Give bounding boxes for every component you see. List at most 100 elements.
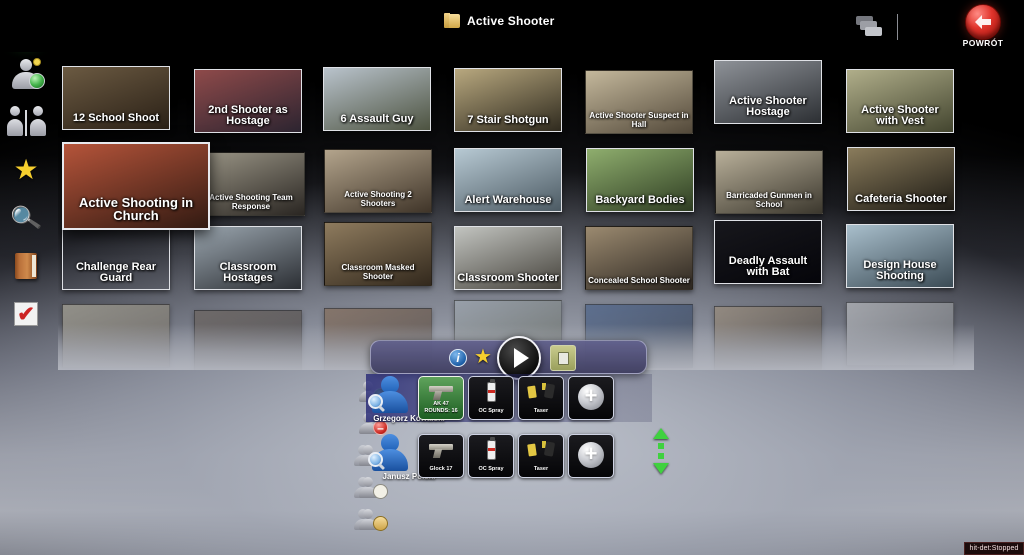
scenario-thumbnail[interactable]: Classroom Hostages (194, 226, 302, 290)
scenario-thumbnail[interactable]: Classroom Shooter (454, 226, 562, 290)
sidebar-item-results[interactable]: ✔ (4, 292, 48, 336)
scenario-thumbnail[interactable]: Cafeteria Shooter (847, 147, 955, 211)
view-toggle-group (856, 13, 940, 41)
scenario-thumbnail[interactable] (846, 302, 954, 366)
scenario-label: Concealed School Shooter (588, 275, 690, 285)
breadcrumb: Active Shooter (444, 13, 555, 28)
avatar[interactable]: Janusz Polski (366, 432, 435, 481)
scenario-label: Active Shooter Hostage (729, 94, 807, 119)
scenario-thumbnail[interactable]: Active Shooting 2 Shooters (324, 149, 432, 213)
add-weapon-slot[interactable]: + (568, 434, 614, 478)
spray-icon (469, 437, 513, 461)
weapon-label: Taser (533, 408, 549, 415)
arrow-down-stem (658, 453, 664, 459)
scenario-thumbnail[interactable]: 12 School Shoot (62, 66, 170, 130)
scenario-thumbnail[interactable]: 2nd Shooter as Hostage (194, 69, 302, 133)
add-weapon-icon: + (569, 442, 613, 468)
scenario-label: Deadly Assault with Bat (728, 254, 808, 279)
scenario-label: Backyard Bodies (595, 194, 685, 207)
scenario-thumbnail[interactable]: Concealed School Shooter (585, 226, 693, 290)
scenario-label: Challenge Rear Guard (75, 260, 157, 285)
scenario-label: Classroom Masked Shooter (341, 263, 415, 281)
scenario-label: Alert Warehouse (464, 194, 552, 207)
participants-panel: + – ✕ (352, 374, 669, 534)
sidebar-item-favorites[interactable]: ★ (4, 148, 48, 192)
scenario-label: Active Shooting 2 Shooters (344, 190, 412, 208)
weapon-slot[interactable]: OC Spray (468, 434, 514, 478)
info-icon[interactable]: i (449, 349, 467, 367)
weapon-slot[interactable]: Taser (518, 376, 564, 420)
scenario-thumbnail[interactable]: Active Shooting Team Response (197, 152, 305, 216)
weapon-label: OC Spray (478, 466, 504, 473)
weapon-slot[interactable]: Taser (518, 434, 564, 478)
sidebar-item-compare-participants[interactable] (4, 100, 48, 144)
arrow-up-stem (658, 443, 664, 449)
player-control-bar: i ★ (370, 336, 647, 380)
back-button[interactable]: POWRÓT (952, 4, 1014, 50)
status-text: hit-det:Stopped (969, 545, 1019, 552)
sidebar: ★ 🔍 ✔ (0, 0, 52, 555)
grid-view-icon[interactable] (909, 17, 940, 38)
scenario-label: Classroom Shooter (457, 272, 559, 285)
scenario-thumbnail[interactable]: Active Shooter Suspect in Hall (585, 70, 693, 134)
scenario-thumbnail[interactable]: Deadly Assault with Bat (714, 220, 822, 284)
scenario-label: Active Shooter Suspect in Hall (589, 111, 689, 129)
scenario-thumbnail[interactable]: Active Shooter Hostage (714, 60, 822, 124)
scenario-row: Active Shooting in Church Active Shootin… (58, 140, 974, 230)
person-record-icon (9, 58, 45, 89)
weapon-label: OC Spray (478, 408, 504, 415)
star-icon[interactable]: ★ (474, 347, 492, 367)
weapon-slot[interactable]: AK 47 ROUNDS: 16 (418, 376, 464, 420)
cascade-view-icon[interactable] (856, 16, 886, 38)
scenario-row: Challenge Rear Guard Classroom Hostages … (58, 220, 974, 300)
inspect-icon (368, 452, 383, 467)
scenario-thumbnail-selected[interactable]: Active Shooting in Church (62, 142, 210, 230)
scenario-thumbnail[interactable] (714, 306, 822, 370)
sidebar-item-record-participant[interactable] (4, 52, 48, 96)
arrow-up-icon[interactable] (653, 428, 669, 439)
arrow-down-icon[interactable] (653, 463, 669, 474)
scenario-thumbnail[interactable]: Alert Warehouse (454, 148, 562, 212)
weapon-label: Glock 17 (429, 466, 453, 473)
weapon-label: AK 47 ROUNDS: 16 (424, 401, 458, 415)
star-icon: ★ (13, 154, 39, 185)
top-bar: Active Shooter POWRÓT (0, 0, 1024, 52)
inspect-icon (368, 394, 383, 409)
scenario-thumbnail[interactable] (194, 310, 302, 370)
load-group-button[interactable] (354, 506, 388, 531)
scenario-thumbnail[interactable]: Design House Shooting (846, 224, 954, 288)
scenario-thumbnail[interactable] (62, 304, 170, 368)
scenario-thumbnail[interactable]: 7 Stair Shotgun (454, 68, 562, 132)
scenario-thumbnail[interactable]: Barricaded Gunmen in School (715, 150, 823, 214)
scenario-label: Cafeteria Shooter (855, 193, 947, 206)
scenario-thumbnail[interactable]: Challenge Rear Guard (62, 226, 170, 290)
weapon-slot[interactable]: Glock 17 (418, 434, 464, 478)
taser-icon (519, 439, 563, 461)
weapon-slot[interactable]: OC Spray (468, 376, 514, 420)
scenario-thumbnail[interactable]: Active Shooter with Vest (846, 69, 954, 133)
scenario-label: 7 Stair Shotgun (467, 114, 549, 127)
scenario-thumbnail[interactable]: 6 Assault Guy (323, 67, 431, 131)
scenario-label: Active Shooter with Vest (861, 103, 939, 128)
weapon-label: Taser (533, 466, 549, 473)
back-button-label: POWRÓT (962, 38, 1004, 48)
add-weapon-slot[interactable]: + (568, 376, 614, 420)
scenario-thumbnail[interactable]: Classroom Masked Shooter (324, 222, 432, 286)
participant-row[interactable]: Janusz Polski Glock 17 OC Spray Taser + (366, 432, 652, 481)
add-weapon-icon: + (569, 384, 613, 410)
scenario-label: Active Shooting Team Response (209, 193, 293, 211)
scenario-thumbnail[interactable]: Backyard Bodies (586, 148, 694, 212)
scenario-label: 2nd Shooter as Hostage (208, 103, 288, 128)
participant-row[interactable]: Grzegorz Kowalski AK 47 ROUNDS: 16 OC Sp… (366, 374, 652, 423)
weapon-slots: AK 47 ROUNDS: 16 OC Spray Taser + (418, 376, 614, 420)
scenario-label: 6 Assault Guy (340, 113, 414, 126)
group-save-icon (373, 484, 388, 499)
book-icon (15, 253, 37, 279)
back-arrow-icon (965, 4, 1001, 40)
avatar[interactable]: Grzegorz Kowalski (366, 374, 445, 423)
sidebar-item-library[interactable] (4, 244, 48, 288)
scenario-row: 12 School Shoot 2nd Shooter as Hostage 6… (58, 60, 974, 140)
seat-icon[interactable] (550, 345, 576, 371)
sidebar-item-search[interactable]: 🔍 (4, 196, 48, 240)
scenario-label: 12 School Shoot (72, 112, 160, 125)
